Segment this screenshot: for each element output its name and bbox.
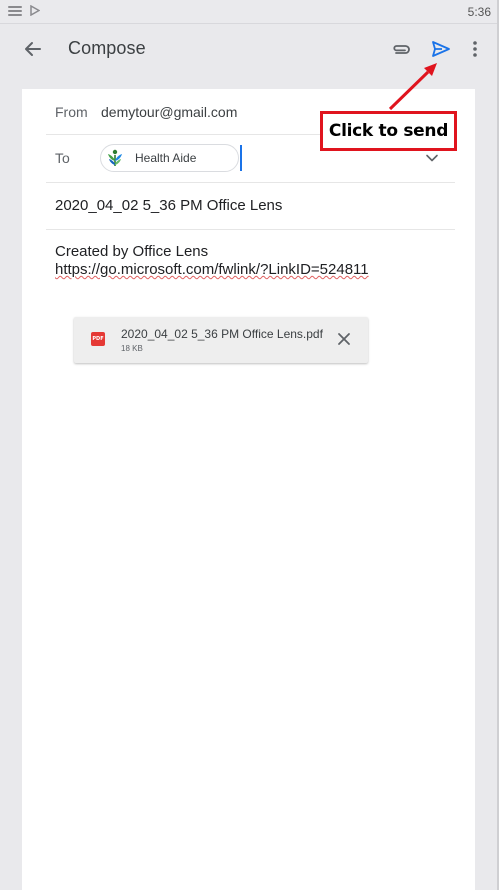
back-arrow-icon[interactable] <box>22 38 44 60</box>
notification-icon <box>8 5 22 16</box>
paperclip-icon[interactable] <box>390 38 412 60</box>
callout-text: Click to send <box>328 121 449 141</box>
more-vert-icon[interactable] <box>467 37 483 61</box>
page-title: Compose <box>68 38 146 58</box>
attachment-filename: 2020_04_02 5_36 PM Office Lens.pdf <box>121 327 323 341</box>
pdf-file-icon: PDF <box>91 332 105 346</box>
status-time: 5:36 <box>467 5 491 19</box>
divider <box>46 182 455 183</box>
send-icon[interactable] <box>429 37 453 61</box>
recipient-chip[interactable]: Health Aide <box>100 144 239 172</box>
close-icon[interactable] <box>336 331 352 347</box>
recipient-avatar <box>102 145 128 171</box>
app-bar: Compose <box>0 24 499 74</box>
from-label: From <box>55 104 88 120</box>
text-cursor <box>240 145 242 171</box>
attachment-card[interactable]: PDF 2020_04_02 5_36 PM Office Lens.pdf 1… <box>74 317 368 363</box>
compose-card: From demytour@gmail.com To Health Aide 2… <box>22 89 475 890</box>
from-address[interactable]: demytour@gmail.com <box>101 104 237 120</box>
chevron-down-icon[interactable] <box>424 150 440 166</box>
status-icons <box>8 5 40 16</box>
play-store-icon <box>30 5 40 16</box>
annotation-callout: Click to send <box>320 111 457 151</box>
to-label: To <box>55 150 70 166</box>
body-field[interactable]: Created by Office Lens https://go.micros… <box>55 243 455 279</box>
divider <box>46 229 455 230</box>
body-link[interactable]: https://go.microsoft.com/fwlink/?LinkID=… <box>55 261 455 279</box>
body-text-line: Created by Office Lens <box>55 243 209 260</box>
attachment-size: 18 KB <box>121 344 143 353</box>
subject-field[interactable]: 2020_04_02 5_36 PM Office Lens <box>55 197 282 214</box>
status-bar: 5:36 <box>0 0 499 24</box>
recipient-name: Health Aide <box>135 151 197 165</box>
